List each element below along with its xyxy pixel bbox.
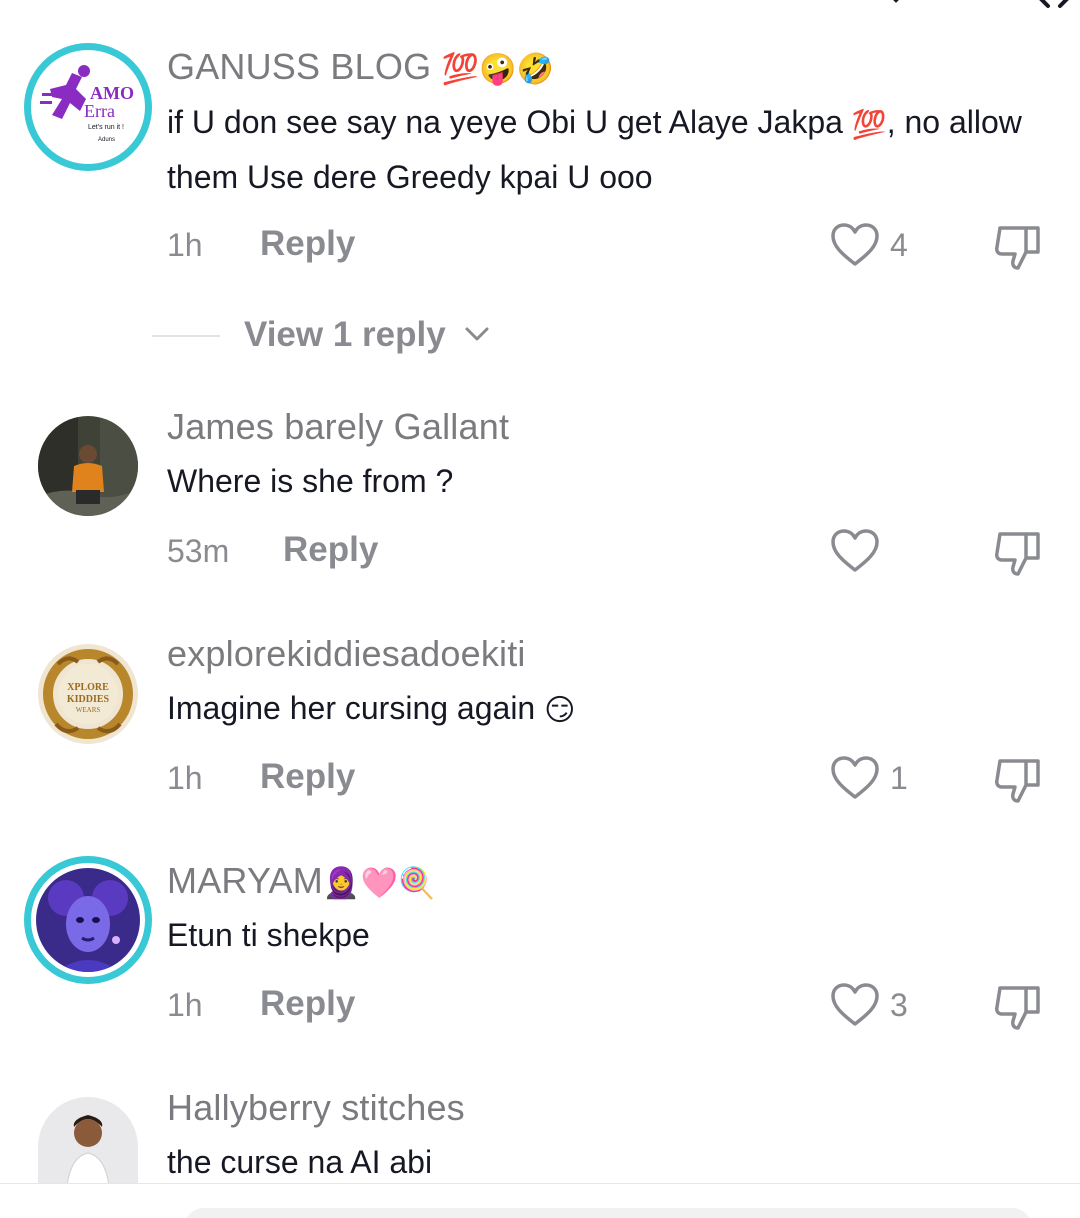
reply-button[interactable]: Reply — [260, 984, 355, 1024]
avatar[interactable]: AMO Erra Let's run it ! Aduns — [24, 43, 152, 171]
emoji-hijab: 🧕 — [322, 866, 361, 900]
heart-outline-icon[interactable] — [830, 755, 880, 801]
comment-username[interactable]: explorekiddiesadoekiti — [167, 633, 526, 675]
svg-text:Erra: Erra — [84, 101, 115, 121]
close-icon[interactable] — [1028, 0, 1078, 10]
comment-text: Etun ti shekpe — [167, 917, 370, 953]
emoji-lollipop: 🍭 — [398, 866, 436, 900]
comment-time: 1h — [167, 760, 203, 796]
like-count: 4 — [890, 227, 908, 263]
avatar-illustration — [36, 868, 140, 972]
avatar[interactable] — [38, 416, 138, 516]
thumbs-down-icon[interactable] — [992, 528, 1044, 578]
heart-outline-icon[interactable] — [830, 982, 880, 1028]
thumbs-down-icon[interactable] — [992, 982, 1044, 1032]
emoji-hundred: 💯 — [851, 109, 887, 141]
comment-text: Where is she from ? — [167, 463, 454, 499]
like-count: 3 — [890, 987, 908, 1023]
comment-time: 1h — [167, 987, 203, 1023]
comment-username[interactable]: GANUSS BLOG 💯🤪🤣 — [167, 46, 554, 88]
chevron-down-icon — [465, 327, 489, 341]
comment-username[interactable]: MARYAM🧕🩷🍭 — [167, 860, 436, 902]
emoji-hundred: 💯 — [441, 52, 480, 86]
reply-button[interactable]: Reply — [260, 757, 355, 797]
svg-text:Aduns: Aduns — [98, 137, 115, 143]
comment-text: the curse na AI abi — [167, 1144, 433, 1180]
comment-input[interactable] — [184, 1208, 1032, 1218]
thumbs-down-icon[interactable] — [992, 222, 1044, 272]
reply-button[interactable]: Reply — [260, 224, 355, 264]
amo-erra-logo: AMO Erra Let's run it ! Aduns — [36, 55, 140, 159]
svg-text:AMO: AMO — [90, 83, 134, 103]
avatar-logo: XPLORE KIDDIES WEARS — [38, 644, 138, 744]
avatar[interactable] — [38, 1097, 138, 1183]
comment-time: 1h — [167, 227, 203, 263]
comment-text: Imagine her cursing again 😏 — [167, 682, 1047, 737]
svg-text:XPLORE: XPLORE — [67, 682, 109, 693]
svg-text:Let's run it !: Let's run it ! — [88, 124, 124, 131]
comment-username[interactable]: James barely Gallant — [167, 406, 509, 448]
view-replies-label: View 1 reply — [244, 315, 446, 354]
top-toolbar-partial — [860, 0, 1080, 10]
heart-outline-icon[interactable] — [830, 222, 880, 268]
emoji-rofl: 🤣 — [516, 52, 555, 86]
avatar[interactable]: XPLORE KIDDIES WEARS — [38, 644, 138, 744]
comment-time: 53m — [167, 533, 230, 569]
download-icon[interactable] — [860, 0, 920, 10]
heart-outline-icon[interactable] — [830, 528, 880, 574]
like-count: 1 — [890, 760, 908, 796]
emoji-smirk: 😏 — [544, 694, 576, 728]
reply-button[interactable]: Reply — [283, 530, 378, 570]
comment-username[interactable]: Hallyberry stitches — [167, 1087, 465, 1129]
avatar-photo — [38, 1097, 138, 1183]
svg-text:KIDDIES: KIDDIES — [67, 694, 110, 705]
avatar[interactable] — [24, 856, 152, 984]
thumbs-down-icon[interactable] — [992, 755, 1044, 805]
emoji-zany: 🤪 — [479, 52, 517, 86]
avatar-photo — [38, 416, 138, 516]
comment-input-bar — [0, 1183, 1080, 1218]
emoji-heart: 🩷 — [360, 866, 399, 900]
divider — [152, 335, 220, 337]
svg-text:WEARS: WEARS — [76, 706, 101, 714]
comment-text: if U don see say na yeye Obi U get Alaye… — [167, 96, 1047, 204]
